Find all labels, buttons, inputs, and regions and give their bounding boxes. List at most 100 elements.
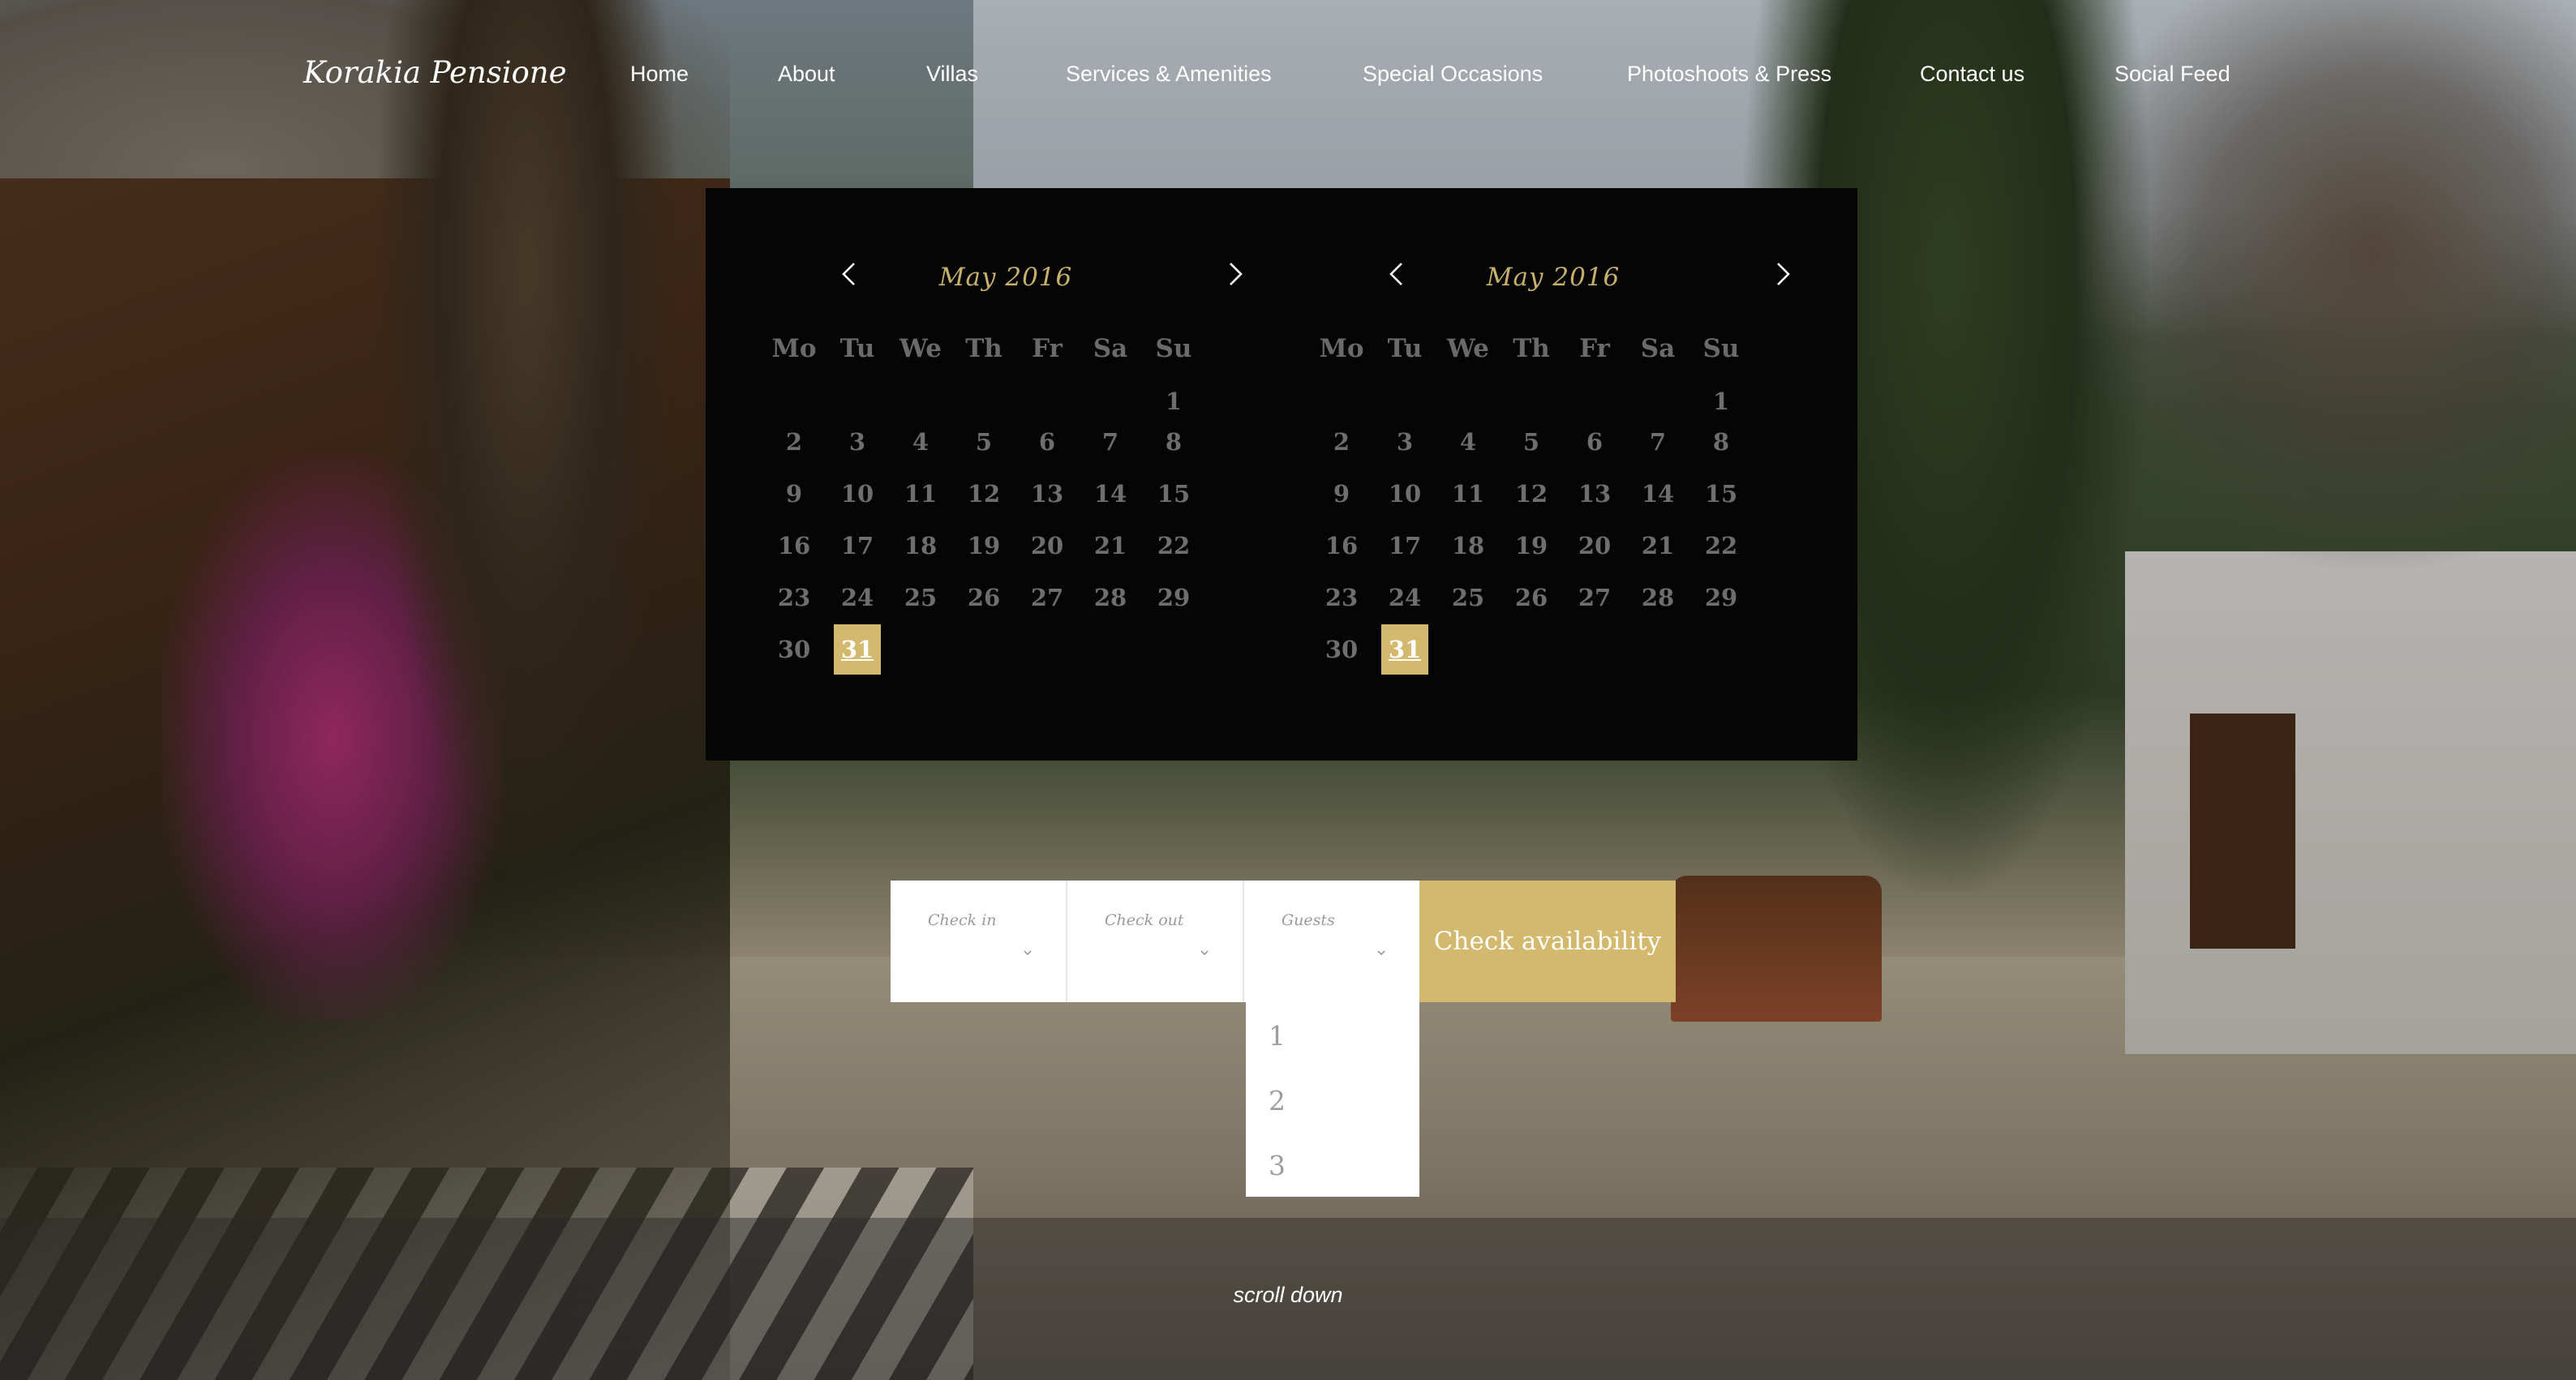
calendar-day[interactable]: 21 — [1626, 521, 1689, 571]
calendar-day[interactable]: 25 — [1436, 572, 1500, 623]
calendar-day[interactable]: 19 — [952, 521, 1015, 571]
calendar-day-number: 12 — [1514, 480, 1548, 508]
calendar-day[interactable]: 10 — [826, 469, 889, 519]
calendar-day-empty — [1436, 624, 1500, 675]
calendar-day[interactable]: 5 — [1500, 417, 1563, 467]
calendar-day-number: 16 — [777, 532, 811, 559]
month-title: May 2016 — [938, 263, 1073, 292]
calendar-day[interactable]: 5 — [952, 417, 1015, 467]
calendar-day[interactable]: 28 — [1626, 572, 1689, 623]
calendar-day-number: 11 — [1451, 480, 1485, 508]
check-in-select[interactable]: Check in — [891, 881, 1067, 1002]
calendar-day[interactable]: 26 — [952, 572, 1015, 623]
calendar-day[interactable]: 20 — [1015, 521, 1079, 571]
calendar-day[interactable]: 4 — [889, 417, 952, 467]
calendar-day[interactable]: 11 — [889, 469, 952, 519]
calendar-day[interactable]: 4 — [1436, 417, 1500, 467]
calendar-day[interactable]: 13 — [1015, 469, 1079, 519]
calendar-day-number: 22 — [1157, 532, 1191, 559]
calendar-week-row: 30 31 — [762, 624, 1205, 675]
calendar-day-number: 2 — [785, 428, 803, 456]
calendar-day[interactable]: 27 — [1015, 572, 1079, 623]
calendar-day[interactable]: 19 — [1500, 521, 1563, 571]
calendar-day[interactable]: 16 — [1310, 521, 1373, 571]
calendar-day-number: 17 — [1388, 532, 1422, 559]
site-logo[interactable]: Korakia Pensione — [303, 55, 567, 90]
calendar-day[interactable]: 24 — [826, 572, 889, 623]
calendar-day[interactable]: 14 — [1626, 469, 1689, 519]
calendar-day[interactable]: 7 — [1079, 417, 1142, 467]
calendar-day[interactable]: 8 — [1142, 417, 1205, 467]
calendar-day[interactable]: 15 — [1142, 469, 1205, 519]
calendar-day-number: 26 — [967, 584, 1001, 611]
check-out-select[interactable]: Check out — [1067, 881, 1244, 1002]
calendar-day[interactable]: 3 — [826, 417, 889, 467]
weekday-label: Sa — [1093, 334, 1128, 363]
calendar-day[interactable]: 24 — [1373, 572, 1436, 623]
calendar-day[interactable]: 30 — [1310, 624, 1373, 675]
calendar-day[interactable]: 26 — [1500, 572, 1563, 623]
calendar-day-number: 24 — [1388, 584, 1422, 611]
calendar-day[interactable]: 23 — [1310, 572, 1373, 623]
nav-item-about[interactable]: About — [778, 62, 835, 87]
calendar-day[interactable]: 8 — [1689, 417, 1753, 467]
calendar-day[interactable]: 18 — [889, 521, 952, 571]
calendar-day[interactable]: 16 — [762, 521, 826, 571]
calendar-day[interactable]: 21 — [1079, 521, 1142, 571]
calendar-day[interactable]: 6 — [1563, 417, 1626, 467]
guest-option[interactable]: 3 — [1269, 1150, 1286, 1181]
calendar-day[interactable]: 17 — [826, 521, 889, 571]
calendar-day[interactable]: 22 — [1689, 521, 1753, 571]
nav-item-services-amenities[interactable]: Services & Amenities — [1066, 62, 1272, 87]
calendar-day[interactable]: 13 — [1563, 469, 1626, 519]
weekday-label: Th — [1513, 334, 1550, 363]
calendar-day-number: 31 — [834, 624, 881, 675]
calendar-day[interactable]: 29 — [1142, 572, 1205, 623]
calendar-day[interactable]: 25 — [889, 572, 952, 623]
calendar-day-number: 13 — [1030, 480, 1064, 508]
nav-item-villas[interactable]: Villas — [926, 62, 978, 87]
calendar-day[interactable]: 15 — [1689, 469, 1753, 519]
calendar-day[interactable]: 12 — [1500, 469, 1563, 519]
calendar-day[interactable]: 22 — [1142, 521, 1205, 571]
calendar-day[interactable]: 12 — [952, 469, 1015, 519]
scroll-down-link[interactable]: scroll down — [0, 1283, 2576, 1308]
calendar-day-number: 3 — [848, 428, 866, 456]
nav-item-social-feed[interactable]: Social Feed — [2114, 62, 2230, 87]
calendar-day[interactable]: 3 — [1373, 417, 1436, 467]
calendar-day-selected[interactable]: 31 — [826, 624, 889, 675]
calendar-day-number: 17 — [840, 532, 874, 559]
calendar-day-number: 1 — [1712, 388, 1730, 415]
calendar-day[interactable]: 30 — [762, 624, 826, 675]
calendar-day[interactable]: 9 — [762, 469, 826, 519]
guests-select[interactable]: Guests — [1244, 881, 1419, 1002]
calendar-day[interactable]: 9 — [1310, 469, 1373, 519]
nav-item-contact-us[interactable]: Contact us — [1920, 62, 2024, 87]
calendar-day[interactable]: 29 — [1689, 572, 1753, 623]
calendar-day[interactable]: 20 — [1563, 521, 1626, 571]
calendar-day[interactable]: 7 — [1626, 417, 1689, 467]
calendar-day[interactable]: 27 — [1563, 572, 1626, 623]
nav-item-special-occasions[interactable]: Special Occasions — [1363, 62, 1543, 87]
calendar-day[interactable]: 2 — [762, 417, 826, 467]
calendar-day[interactable]: 28 — [1079, 572, 1142, 623]
guest-option[interactable]: 1 — [1269, 1020, 1286, 1052]
calendar-day-number: 4 — [912, 428, 930, 456]
nav-item-photoshoots-press[interactable]: Photoshoots & Press — [1627, 62, 1831, 87]
calendar-day-number: 9 — [1333, 480, 1350, 508]
chevron-right-icon[interactable] — [1766, 258, 1798, 290]
guest-option[interactable]: 2 — [1269, 1085, 1286, 1116]
calendar-day[interactable]: 2 — [1310, 417, 1373, 467]
calendar-day-selected[interactable]: 31 — [1373, 624, 1436, 675]
calendar-day[interactable]: 11 — [1436, 469, 1500, 519]
calendar-day[interactable]: 14 — [1079, 469, 1142, 519]
calendar-day[interactable]: 18 — [1436, 521, 1500, 571]
check-availability-button[interactable]: Check availability — [1419, 881, 1676, 1002]
calendar-day[interactable]: 6 — [1015, 417, 1079, 467]
calendar-day[interactable]: 10 — [1373, 469, 1436, 519]
calendar-day-number: 7 — [1101, 428, 1119, 456]
chevron-right-icon[interactable] — [1218, 258, 1251, 290]
calendar-day[interactable]: 23 — [762, 572, 826, 623]
nav-item-home[interactable]: Home — [630, 62, 689, 87]
calendar-day[interactable]: 17 — [1373, 521, 1436, 571]
